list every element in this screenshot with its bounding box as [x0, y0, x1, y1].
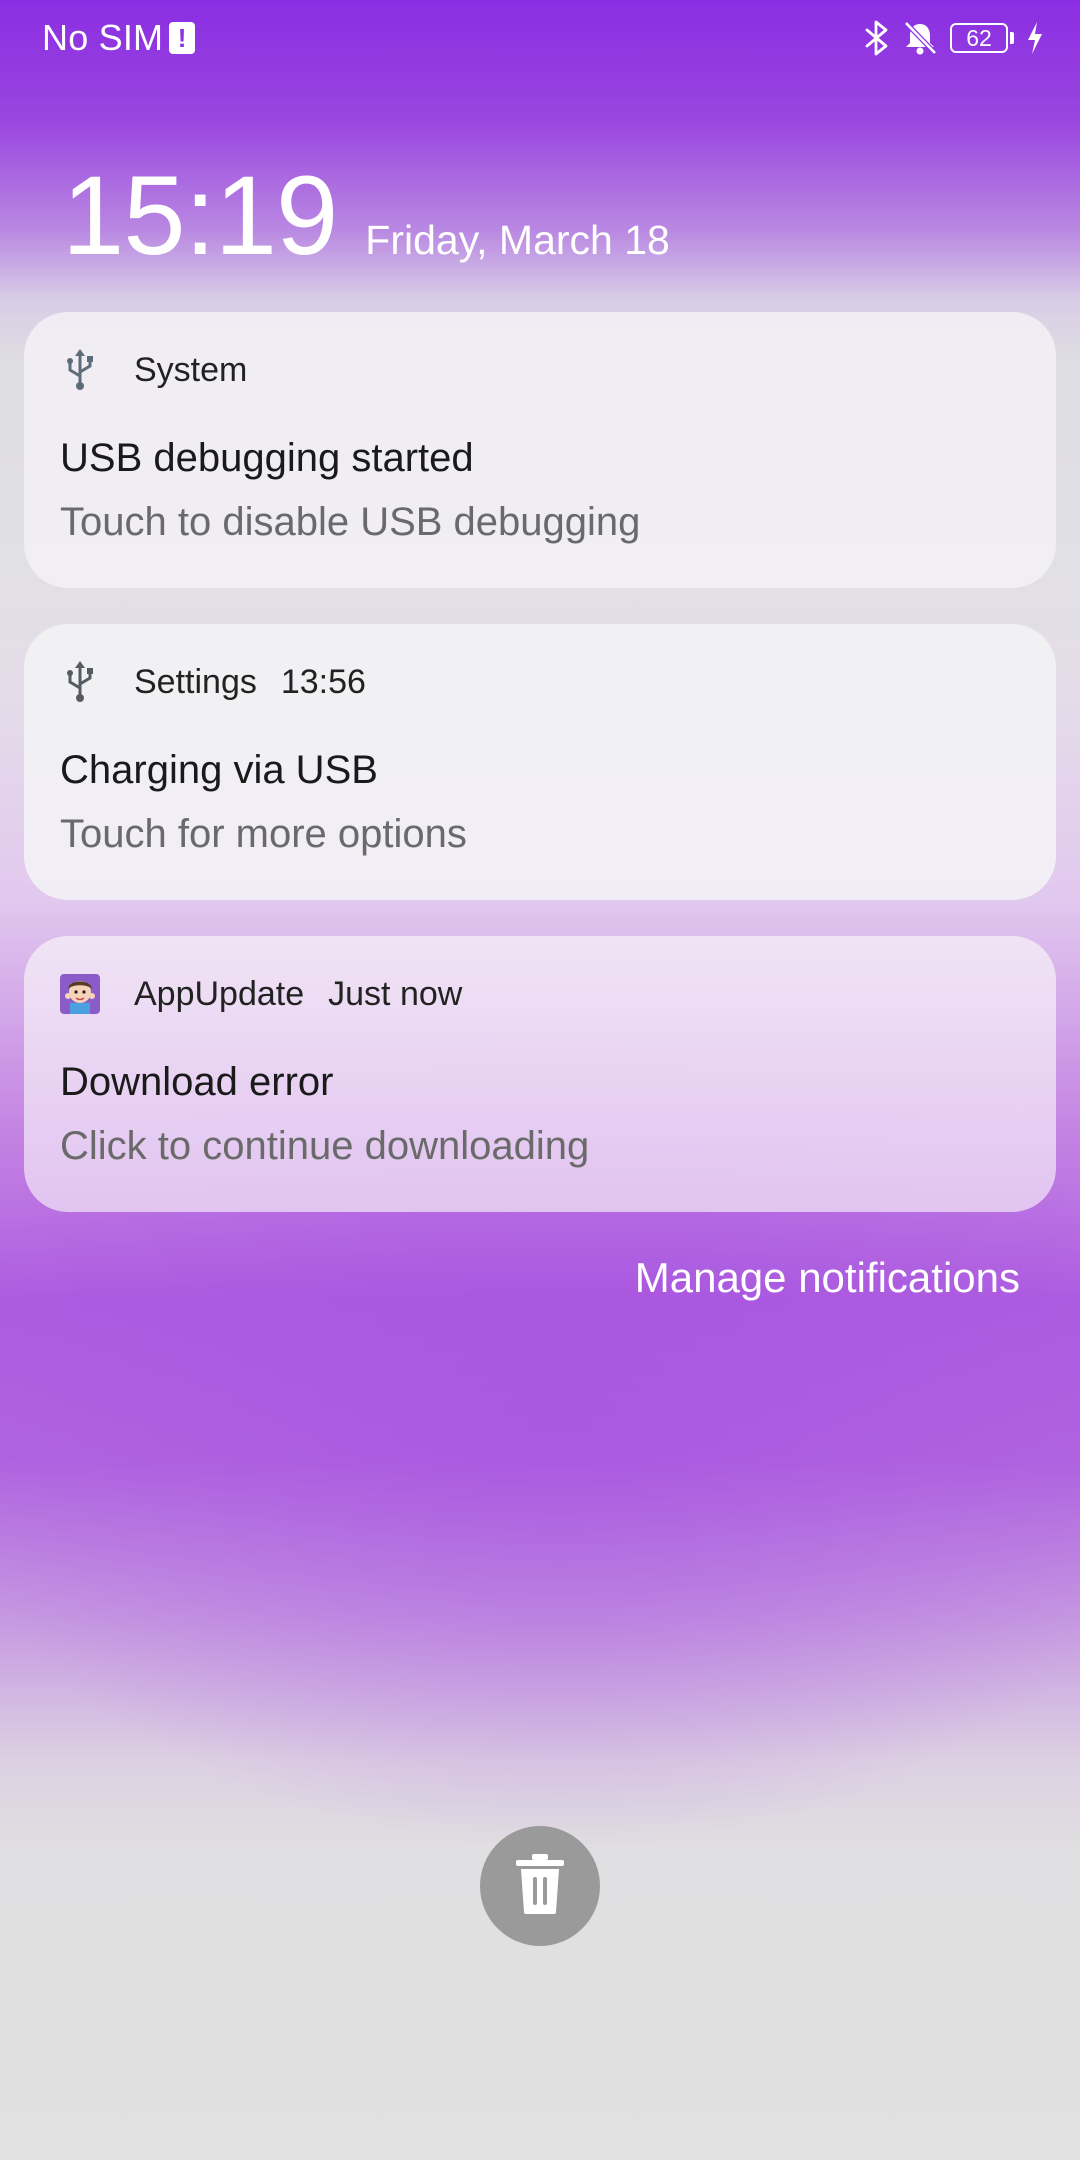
status-right: 62 — [864, 14, 1044, 62]
clear-all-button[interactable] — [480, 1826, 600, 1946]
notification-app-name: Settings — [134, 662, 257, 701]
bluetooth-icon — [864, 20, 890, 56]
notification-header: System — [60, 346, 247, 394]
battery-tip — [1010, 32, 1014, 44]
battery-level: 62 — [950, 23, 1008, 53]
notifications-muted-icon — [902, 20, 938, 56]
manage-notifications-button[interactable]: Manage notifications — [635, 1254, 1020, 1302]
notification-body: Touch for more options — [60, 812, 467, 856]
notification-charging-usb[interactable]: Settings 13:56 Charging via USB Touch fo… — [24, 624, 1056, 900]
notification-body: Click to continue downloading — [60, 1124, 590, 1168]
notification-body: Touch to disable USB debugging — [60, 500, 641, 544]
clock-time: 15:19 — [62, 153, 338, 278]
notification-app-name: AppUpdate — [134, 974, 305, 1013]
status-bar: No SIM 62 — [0, 0, 1080, 76]
notification-download-error[interactable]: AppUpdate Just now Download error Click … — [24, 936, 1056, 1212]
battery-icon: 62 — [950, 23, 1014, 53]
notification-header: AppUpdate Just now — [60, 970, 462, 1018]
notification-time: 13:56 — [280, 662, 366, 701]
trash-icon — [512, 1852, 568, 1921]
clock-date: Friday, March 18 — [365, 217, 670, 263]
notification-header: Settings 13:56 — [60, 658, 366, 706]
carrier-label: No SIM — [42, 17, 164, 58]
usb-icon — [60, 348, 100, 392]
lockscreen-clock: 15:19 Friday, March 18 — [62, 160, 670, 272]
notification-app-name: System — [134, 350, 248, 389]
notification-title: Download error — [60, 1060, 334, 1104]
usb-icon — [60, 660, 100, 704]
status-left: No SIM — [42, 14, 196, 62]
sim-alert-icon — [169, 22, 196, 54]
notification-title: Charging via USB — [60, 748, 378, 792]
app-update-avatar-icon — [60, 972, 100, 1016]
charging-bolt-icon — [1026, 21, 1044, 55]
notification-title: USB debugging started — [60, 436, 474, 480]
notification-time: Just now — [328, 974, 463, 1013]
notification-usb-debugging[interactable]: System USB debugging started Touch to di… — [24, 312, 1056, 588]
